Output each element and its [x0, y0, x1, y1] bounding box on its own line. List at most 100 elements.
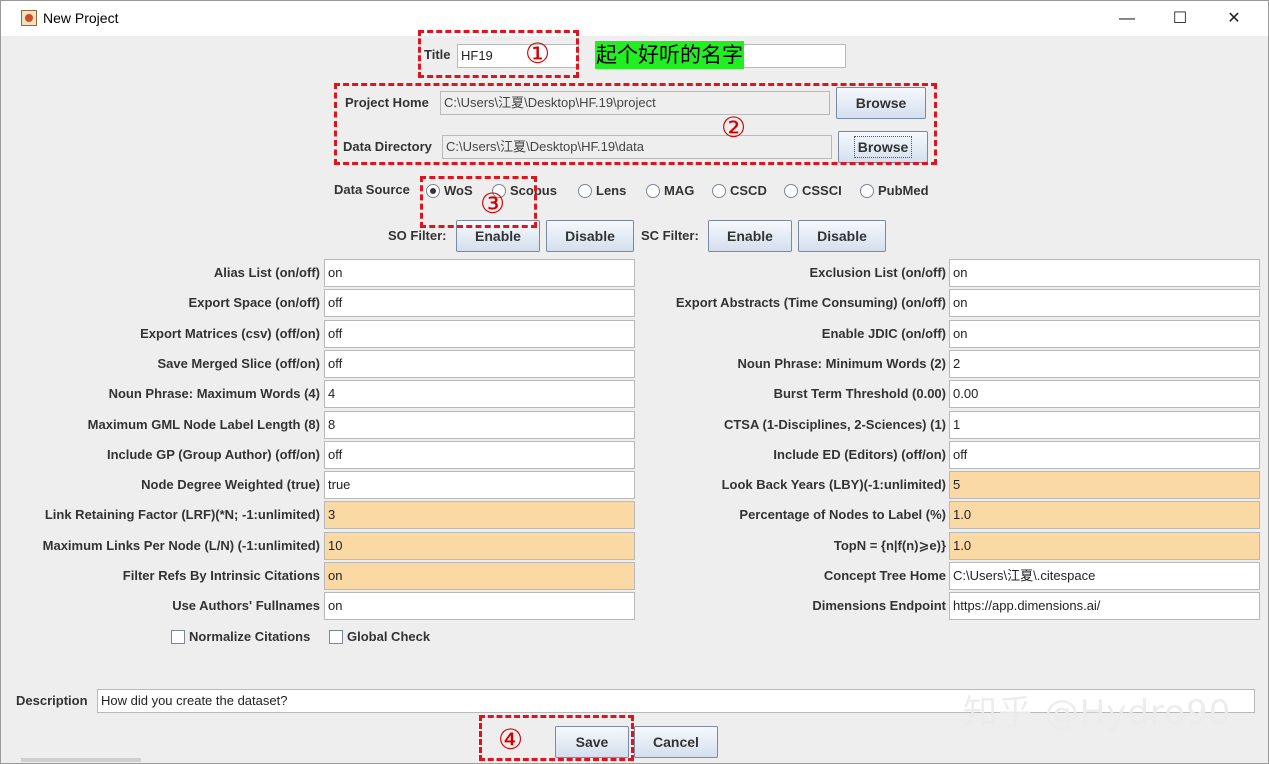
data-source-label: Data Source: [334, 182, 410, 197]
title-bar: New Project — ☐ ✕: [1, 1, 1268, 36]
param-input[interactable]: 10: [324, 532, 635, 560]
maximize-button[interactable]: ☐: [1153, 1, 1207, 36]
param-label: Save Merged Slice (off/on): [157, 356, 320, 371]
param-input[interactable]: 1: [949, 411, 1260, 439]
cancel-button[interactable]: Cancel: [634, 726, 718, 758]
param-input[interactable]: on: [324, 259, 635, 287]
new-project-dialog: New Project — ☐ ✕ Title HF19 起个好听的名字 Pro…: [0, 0, 1269, 764]
checkbox-label: Global Check: [347, 629, 431, 644]
button-label: Enable: [727, 228, 773, 244]
param-label: Use Authors' Fullnames: [172, 598, 320, 613]
param-label: TopN = {n|f(n)⩾e)}: [833, 538, 946, 553]
button-label: Cancel: [653, 734, 699, 750]
save-button[interactable]: Save: [555, 726, 629, 758]
param-input[interactable]: 0.00: [949, 380, 1260, 408]
param-input[interactable]: off: [324, 320, 635, 348]
button-label: Save: [575, 734, 609, 750]
param-input[interactable]: on: [324, 592, 635, 620]
param-input[interactable]: on: [949, 320, 1260, 348]
title-input[interactable]: HF19: [457, 44, 579, 68]
param-label: Include ED (Editors) (off/on): [773, 447, 946, 462]
minimize-button[interactable]: —: [1100, 1, 1154, 36]
radio-label: PubMed: [878, 183, 929, 198]
radio-cscd[interactable]: CSCD: [712, 182, 767, 200]
data-directory-browse-button[interactable]: Browse: [838, 131, 928, 163]
param-input[interactable]: on: [324, 562, 635, 590]
radio-label: MAG: [664, 183, 695, 198]
radio-icon: [860, 184, 874, 198]
annotation-number-1: ①: [525, 37, 551, 70]
so-filter-disable-button[interactable]: Disable: [546, 220, 634, 252]
param-input[interactable]: 1.0: [949, 501, 1260, 529]
data-directory-input[interactable]: C:\Users\江夏\Desktop\HF.19\data: [442, 135, 832, 159]
param-label: Include GP (Group Author) (off/on): [106, 447, 320, 462]
annotation-number-3: ③: [480, 187, 506, 220]
data-directory-label: Data Directory: [343, 139, 432, 154]
radio-label: CSCD: [730, 183, 767, 198]
normalize-citations-checkbox[interactable]: Normalize Citations: [171, 628, 310, 646]
param-label: Concept Tree Home: [823, 568, 946, 583]
button-label: Disable: [565, 228, 615, 244]
browse-label: Browse: [855, 95, 907, 111]
radio-pubmed[interactable]: PubMed: [860, 182, 929, 200]
button-label: Disable: [817, 228, 867, 244]
param-input[interactable]: on: [949, 289, 1260, 317]
close-button[interactable]: ✕: [1207, 1, 1261, 36]
radio-lens[interactable]: Lens: [578, 182, 626, 200]
checkbox-icon: [329, 630, 343, 644]
param-input[interactable]: 2: [949, 350, 1260, 378]
radio-mag[interactable]: MAG: [646, 182, 694, 200]
param-input[interactable]: off: [324, 350, 635, 378]
param-input[interactable]: C:\Users\江夏\.citespace: [949, 562, 1260, 590]
param-input[interactable]: 5: [949, 471, 1260, 499]
param-input[interactable]: on: [949, 259, 1260, 287]
param-label: Filter Refs By Intrinsic Citations: [122, 568, 320, 583]
sc-filter-enable-button[interactable]: Enable: [708, 220, 792, 252]
annotation-number-2: ②: [721, 111, 747, 144]
sc-filter-disable-button[interactable]: Disable: [798, 220, 886, 252]
project-home-input[interactable]: C:\Users\江夏\Desktop\HF.19\project: [440, 91, 830, 115]
param-input[interactable]: off: [324, 289, 635, 317]
project-home-label: Project Home: [345, 95, 429, 110]
radio-label: WoS: [444, 183, 473, 198]
radio-cssci[interactable]: CSSCI: [784, 182, 842, 200]
param-label: Alias List (on/off): [213, 265, 320, 280]
radio-selected-icon: [426, 184, 440, 198]
param-label: Export Abstracts (Time Consuming) (on/of…: [675, 295, 946, 310]
java-app-icon: [21, 10, 37, 26]
param-input[interactable]: 8: [324, 411, 635, 439]
radio-icon: [578, 184, 592, 198]
param-input[interactable]: 1.0: [949, 532, 1260, 560]
so-filter-label: SO Filter:: [388, 228, 447, 243]
annotation-number-4: ④: [498, 723, 524, 756]
param-input[interactable]: https://app.dimensions.ai/: [949, 592, 1260, 620]
param-input[interactable]: 4: [324, 380, 635, 408]
param-input[interactable]: off: [324, 441, 635, 469]
annotation-note: 起个好听的名字: [595, 41, 744, 69]
param-label: Look Back Years (LBY)(-1:unlimited): [721, 477, 946, 492]
param-label: Dimensions Endpoint: [812, 598, 946, 613]
watermark: 知乎 @Hydro90: [963, 693, 1232, 733]
param-label: CTSA (1-Disciplines, 2-Sciences) (1): [723, 417, 946, 432]
param-label: Exclusion List (on/off): [809, 265, 947, 280]
param-label: Export Space (on/off): [188, 295, 320, 310]
param-label: Burst Term Threshold (0.00): [773, 386, 946, 401]
radio-label: Scopus: [510, 183, 557, 198]
radio-wos[interactable]: WoS: [426, 182, 473, 200]
global-check-checkbox[interactable]: Global Check: [329, 628, 430, 646]
param-input[interactable]: true: [324, 471, 635, 499]
browse-label: Browse: [853, 136, 913, 158]
project-home-browse-button[interactable]: Browse: [836, 87, 926, 119]
radio-label: Lens: [596, 183, 627, 198]
param-label: Noun Phrase: Maximum Words (4): [108, 386, 320, 401]
window-title: New Project: [43, 10, 119, 26]
checkbox-label: Normalize Citations: [189, 629, 311, 644]
so-filter-enable-button[interactable]: Enable: [456, 220, 540, 252]
param-input[interactable]: off: [949, 441, 1260, 469]
param-label: Export Matrices (csv) (off/on): [140, 326, 320, 341]
param-label: Percentage of Nodes to Label (%): [739, 507, 946, 522]
param-label: Link Retaining Factor (LRF)(*N; -1:unlim…: [44, 507, 320, 522]
param-label: Node Degree Weighted (true): [141, 477, 320, 492]
param-label: Noun Phrase: Minimum Words (2): [737, 356, 947, 371]
param-input[interactable]: 3: [324, 501, 635, 529]
